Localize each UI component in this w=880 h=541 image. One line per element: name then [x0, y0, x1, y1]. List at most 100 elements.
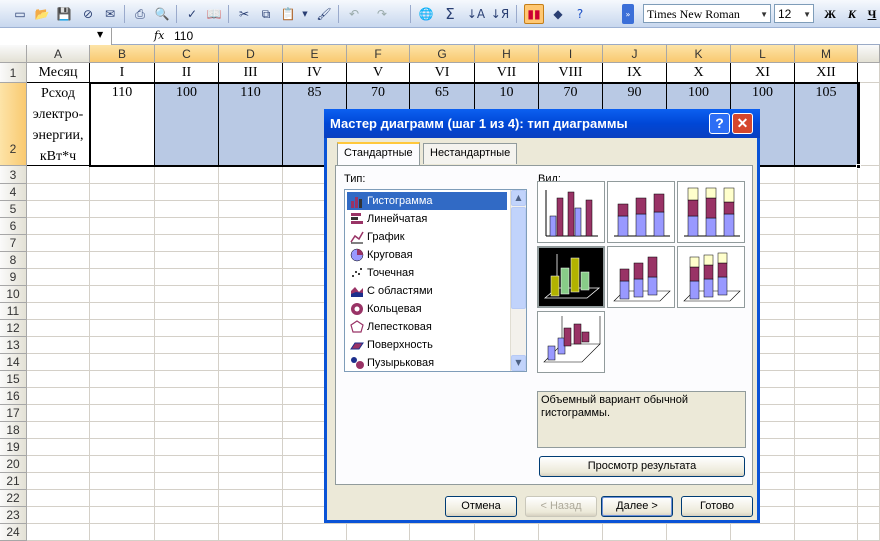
column-header-E[interactable]: E: [283, 45, 347, 63]
cell-B24[interactable]: [90, 524, 155, 541]
cell-K24[interactable]: [667, 524, 731, 541]
font-size-combo[interactable]: 12 ▼: [774, 4, 814, 23]
preview-result-button[interactable]: Просмотр результата: [539, 456, 745, 477]
row-header-6[interactable]: 6: [0, 218, 27, 235]
toolbar-options-icon[interactable]: »: [622, 4, 634, 24]
row-header-18[interactable]: 18: [0, 422, 27, 439]
row-header-2[interactable]: 2: [0, 83, 27, 166]
cell-B8[interactable]: [90, 252, 155, 269]
cell-C23[interactable]: [155, 507, 219, 524]
row-header-23[interactable]: 23: [0, 507, 27, 524]
cell-G24[interactable]: [410, 524, 475, 541]
column-header-I[interactable]: I: [539, 45, 603, 63]
cell-J24[interactable]: [603, 524, 667, 541]
cell-N23[interactable]: [858, 507, 880, 524]
help-icon[interactable]: ?: [570, 4, 590, 24]
row-header-1[interactable]: 1: [0, 63, 27, 83]
cell-A12[interactable]: [27, 320, 90, 337]
cell-M16[interactable]: [795, 388, 858, 405]
cell-C3[interactable]: [155, 166, 219, 184]
cell-N13[interactable]: [858, 337, 880, 354]
cell-C22[interactable]: [155, 490, 219, 507]
cell-C8[interactable]: [155, 252, 219, 269]
chart-type-list[interactable]: Гистограмма Линейчатая График Круговая Точеч…: [344, 189, 527, 372]
paste-icon[interactable]: 📋: [278, 4, 298, 24]
cell-N14[interactable]: [858, 354, 880, 371]
email-icon[interactable]: ✉: [100, 4, 120, 24]
cell-C11[interactable]: [155, 303, 219, 320]
cell-M4[interactable]: [795, 184, 858, 201]
cancel-button[interactable]: Отмена: [445, 496, 517, 517]
cell-B17[interactable]: [90, 405, 155, 422]
cell-B19[interactable]: [90, 439, 155, 456]
cell-A2[interactable]: Рсход электро-энергии, кВт*ч: [27, 83, 90, 166]
cell-N4[interactable]: [858, 184, 880, 201]
cell-D7[interactable]: [219, 235, 283, 252]
font-name-combo[interactable]: Times New Roman ▼: [643, 4, 771, 23]
cell-C1[interactable]: II: [155, 63, 219, 83]
spelling-icon[interactable]: ✓: [182, 4, 202, 24]
cell-A20[interactable]: [27, 456, 90, 473]
cell-F1[interactable]: V: [347, 63, 410, 83]
cell-H1[interactable]: VII: [475, 63, 539, 83]
cell-M15[interactable]: [795, 371, 858, 388]
italic-button[interactable]: К: [842, 4, 862, 24]
cell-C24[interactable]: [155, 524, 219, 541]
cell-D11[interactable]: [219, 303, 283, 320]
cell-A9[interactable]: [27, 269, 90, 286]
select-all-corner[interactable]: [0, 45, 27, 63]
row-header-16[interactable]: 16: [0, 388, 27, 405]
cell-D16[interactable]: [219, 388, 283, 405]
cell-D23[interactable]: [219, 507, 283, 524]
type-scatter[interactable]: Точечная: [347, 264, 507, 282]
cell-M2[interactable]: 105: [795, 83, 858, 166]
bold-button[interactable]: Ж: [820, 4, 840, 24]
cell-N20[interactable]: [858, 456, 880, 473]
cell-J1[interactable]: IX: [603, 63, 667, 83]
column-header-D[interactable]: D: [219, 45, 283, 63]
cell-M21[interactable]: [795, 473, 858, 490]
cell-D21[interactable]: [219, 473, 283, 490]
cell-A19[interactable]: [27, 439, 90, 456]
cell-B12[interactable]: [90, 320, 155, 337]
cell-A5[interactable]: [27, 201, 90, 218]
type-list-scrollbar[interactable]: ▲ ▼: [510, 190, 526, 371]
cell-L24[interactable]: [731, 524, 795, 541]
cell-B3[interactable]: [90, 166, 155, 184]
tab-custom[interactable]: Нестандартные: [423, 143, 518, 164]
row-header-4[interactable]: 4: [0, 184, 27, 201]
row-header-21[interactable]: 21: [0, 473, 27, 490]
cell-N2[interactable]: [858, 83, 880, 166]
cell-M9[interactable]: [795, 269, 858, 286]
cell-C4[interactable]: [155, 184, 219, 201]
cell-A14[interactable]: [27, 354, 90, 371]
column-header-H[interactable]: H: [475, 45, 539, 63]
cell-M18[interactable]: [795, 422, 858, 439]
cell-D17[interactable]: [219, 405, 283, 422]
back-button[interactable]: < Назад: [525, 496, 597, 517]
cell-A22[interactable]: [27, 490, 90, 507]
subtype-stacked-column[interactable]: [607, 181, 675, 243]
row-header-9[interactable]: 9: [0, 269, 27, 286]
cell-M6[interactable]: [795, 218, 858, 235]
cell-G1[interactable]: VI: [410, 63, 475, 83]
subtype-3d-100-stacked-column[interactable]: [677, 246, 745, 308]
cell-M20[interactable]: [795, 456, 858, 473]
row-header-7[interactable]: 7: [0, 235, 27, 252]
cell-N8[interactable]: [858, 252, 880, 269]
column-header-B[interactable]: B: [90, 45, 155, 63]
cell-B4[interactable]: [90, 184, 155, 201]
cell-A18[interactable]: [27, 422, 90, 439]
cell-C10[interactable]: [155, 286, 219, 303]
cell-A15[interactable]: [27, 371, 90, 388]
cell-L1[interactable]: XI: [731, 63, 795, 83]
cell-M7[interactable]: [795, 235, 858, 252]
cell-C20[interactable]: [155, 456, 219, 473]
cell-C6[interactable]: [155, 218, 219, 235]
type-bar[interactable]: Линейчатая: [347, 210, 507, 228]
cell-N22[interactable]: [858, 490, 880, 507]
cell-D5[interactable]: [219, 201, 283, 218]
cut-icon[interactable]: ✂: [234, 4, 254, 24]
cell-A8[interactable]: [27, 252, 90, 269]
cell-M19[interactable]: [795, 439, 858, 456]
